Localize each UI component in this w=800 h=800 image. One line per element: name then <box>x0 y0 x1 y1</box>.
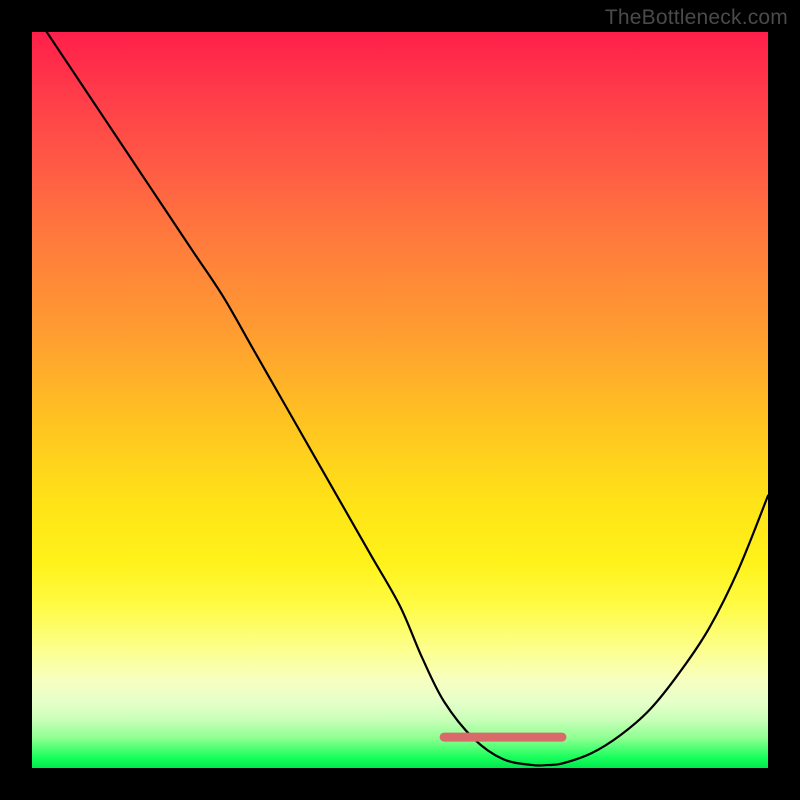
plot-svg <box>32 32 768 768</box>
watermark-text: TheBottleneck.com <box>605 6 788 30</box>
chart-frame: TheBottleneck.com <box>0 0 800 800</box>
plot-area <box>32 32 768 768</box>
bottleneck-curve <box>47 32 768 766</box>
